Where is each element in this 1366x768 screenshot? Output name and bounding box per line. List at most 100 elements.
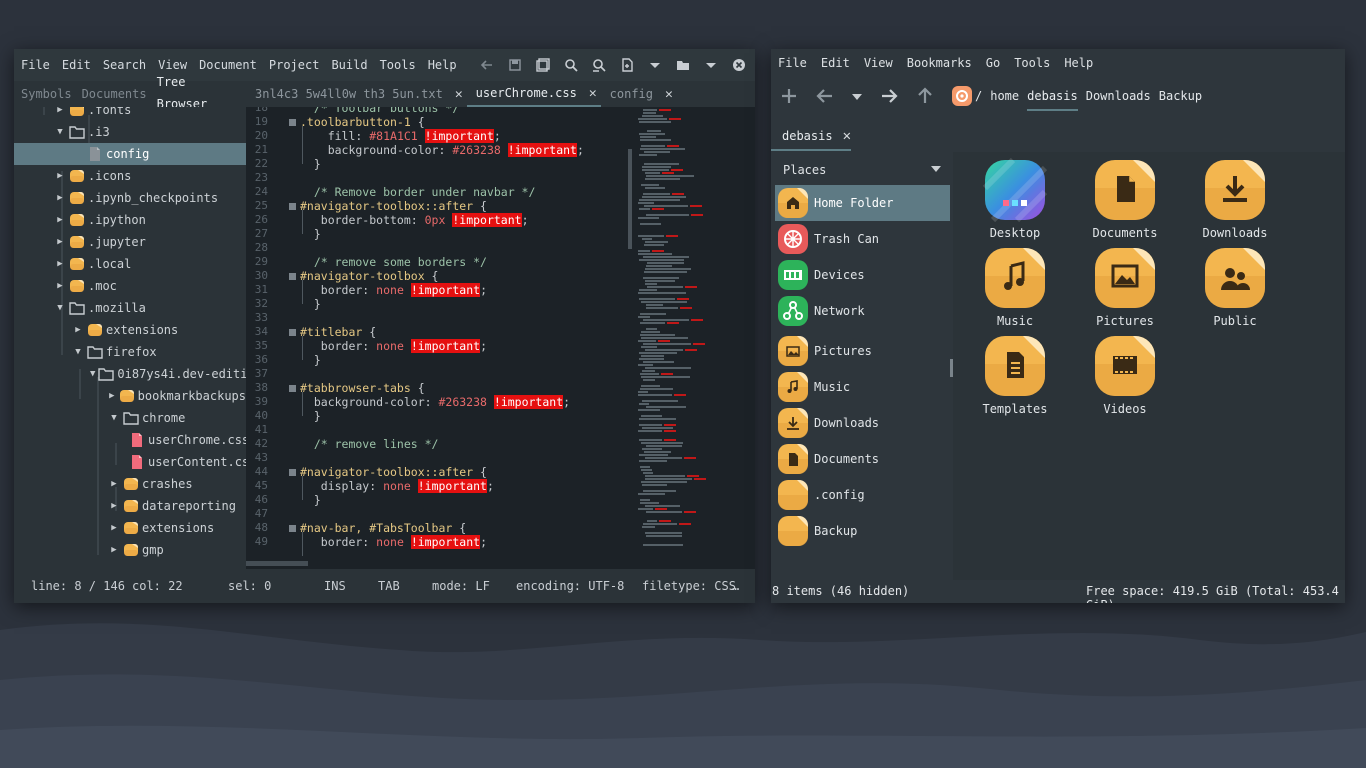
breadcrumb-root[interactable]: / — [975, 81, 982, 111]
tree-row[interactable]: ▶ bookmarkbackups — [14, 385, 246, 407]
new-tab-plus-icon[interactable] — [771, 80, 807, 112]
sidebar-place[interactable]: Downloads — [775, 405, 950, 441]
tree-row[interactable]: ▶ .moc — [14, 275, 246, 297]
back-arrow-icon[interactable] — [807, 80, 843, 112]
tree-row[interactable]: ▶ .jupyter — [14, 231, 246, 253]
expander-open-icon[interactable]: ▼ — [72, 347, 84, 357]
menu-file[interactable]: File — [14, 58, 50, 72]
file-item[interactable]: Downloads — [1187, 158, 1283, 244]
menu-project[interactable]: Project — [263, 58, 320, 72]
file-item[interactable]: Pictures — [1077, 246, 1173, 332]
tree-row[interactable]: ▶ .ipynb_checkpoints — [14, 187, 246, 209]
close-circle-icon[interactable] — [725, 53, 753, 77]
tree-row[interactable]: userChrome.css — [14, 429, 246, 451]
expander-closed-icon[interactable]: ▶ — [54, 193, 66, 203]
expander-closed-icon[interactable]: ▶ — [108, 479, 120, 489]
new-file-icon[interactable] — [613, 53, 641, 77]
tree-row[interactable]: config — [14, 143, 246, 165]
file-item[interactable]: Videos — [1077, 334, 1173, 420]
breadcrumb-downloads[interactable]: Downloads — [1086, 81, 1151, 111]
tree-row[interactable]: ▼ .i3 — [14, 121, 246, 143]
history-dropdown-icon[interactable] — [843, 80, 871, 112]
sidebar-place[interactable]: Backup — [775, 513, 950, 549]
dropdown-icon[interactable] — [641, 53, 669, 77]
places-header[interactable]: Places — [775, 156, 951, 184]
sidebar-place[interactable]: Trash Can — [775, 221, 950, 257]
tree-row[interactable]: userContent.css — [14, 451, 246, 473]
menu-help[interactable]: Help — [422, 58, 457, 72]
close-tab-icon[interactable]: ✕ — [455, 87, 463, 102]
expander-closed-icon[interactable]: ▶ — [108, 391, 116, 401]
menu-view[interactable]: View — [152, 58, 187, 72]
tree-row[interactable]: ▶ extensions — [14, 319, 246, 341]
horizontal-scrollbar[interactable] — [246, 559, 634, 569]
expander-closed-icon[interactable]: ▶ — [54, 281, 66, 291]
expander-open-icon[interactable]: ▼ — [54, 127, 66, 137]
expander-closed-icon[interactable]: ▶ — [108, 545, 120, 555]
tree-row[interactable]: ▶ extensions — [14, 517, 246, 539]
file-item[interactable]: Documents — [1077, 158, 1173, 244]
sidebar-place[interactable]: Devices — [775, 257, 950, 293]
expander-open-icon[interactable]: ▼ — [54, 303, 66, 313]
forward-arrow-icon[interactable] — [871, 80, 907, 112]
sidebar-place[interactable]: .config — [775, 477, 950, 513]
tree-row[interactable]: ▼ 0i87ys4i.dev-edition- — [14, 363, 246, 385]
menu-edit[interactable]: Edit — [814, 56, 850, 70]
expander-open-icon[interactable]: ▼ — [90, 369, 95, 379]
breadcrumb-debasis[interactable]: debasis — [1027, 81, 1078, 111]
menu-tools[interactable]: Tools — [1007, 56, 1050, 70]
file-icon-view[interactable]: Desktop Documents Downloads Music Pictures Pu… — [953, 152, 1345, 580]
tab-symbols[interactable]: Symbols — [14, 81, 75, 107]
tab-documents[interactable]: Documents — [75, 81, 150, 107]
fold-marker-icon[interactable] — [289, 469, 296, 476]
search-icon[interactable] — [557, 53, 585, 77]
menu-tools[interactable]: Tools — [374, 58, 416, 72]
fold-marker-icon[interactable] — [289, 203, 296, 210]
menu-file[interactable]: File — [771, 56, 807, 70]
back-arrow-icon[interactable] — [473, 53, 501, 77]
scrollbar-thumb[interactable] — [246, 561, 308, 566]
file-item[interactable]: Public — [1187, 246, 1283, 332]
tree-row[interactable]: ▶ gmp — [14, 539, 246, 561]
file-item[interactable]: Music — [967, 246, 1063, 332]
root-drive-icon[interactable] — [951, 85, 973, 107]
close-tab-icon[interactable]: ✕ — [665, 87, 673, 102]
tree-row[interactable]: ▼ firefox — [14, 341, 246, 363]
expander-closed-icon[interactable]: ▶ — [54, 107, 66, 115]
code-editor[interactable]: 18 19 20 21 22 23 24 25 26 27 28 29 30 31 32 33 34 35 36 37… — [246, 107, 634, 559]
sidebar-place[interactable]: Pictures — [775, 333, 950, 369]
code-minimap[interactable] — [634, 107, 755, 569]
menu-search[interactable]: Search — [97, 58, 146, 72]
tree-row[interactable]: ▼ .mozilla — [14, 297, 246, 319]
expander-closed-icon[interactable]: ▶ — [108, 523, 120, 533]
fold-marker-icon[interactable] — [289, 525, 296, 532]
save-icon[interactable] — [501, 53, 529, 77]
tree-row[interactable]: ▶ crashes — [14, 473, 246, 495]
file-item[interactable]: Templates — [967, 334, 1063, 420]
open-folder-icon[interactable] — [669, 53, 697, 77]
fold-marker-icon[interactable] — [289, 273, 296, 280]
tree-row[interactable]: ▶ .fonts — [14, 107, 246, 121]
expander-closed-icon[interactable]: ▶ — [108, 501, 120, 511]
tree-row[interactable]: ▶ .ipython — [14, 209, 246, 231]
expander-open-icon[interactable]: ▼ — [108, 413, 120, 423]
expander-closed-icon[interactable]: ▶ — [54, 215, 66, 225]
doc-tab[interactable]: config ✕ — [601, 81, 677, 107]
menu-document[interactable]: Document — [193, 58, 257, 72]
breadcrumb-home[interactable]: home — [990, 81, 1019, 111]
menu-bookmarks[interactable]: Bookmarks — [900, 56, 972, 70]
expander-closed-icon[interactable]: ▶ — [72, 325, 84, 335]
sidebar-place[interactable]: Network — [775, 293, 950, 329]
fold-marker-icon[interactable] — [289, 385, 296, 392]
menu-go[interactable]: Go — [979, 56, 1000, 70]
doc-tab[interactable]: 3nl4c3 5w4ll0w th3 5un.txt ✕ — [246, 81, 467, 107]
tree-row[interactable]: ▶ .local — [14, 253, 246, 275]
close-tab-icon[interactable]: ✕ — [589, 86, 597, 101]
tree-row[interactable]: ▼ chrome — [14, 407, 246, 429]
tab-debasis[interactable]: debasis ✕ — [771, 123, 852, 151]
chevron-down-icon[interactable] — [931, 166, 941, 172]
up-arrow-icon[interactable] — [907, 80, 943, 112]
sidebar-place[interactable]: Home Folder — [775, 185, 950, 221]
save-all-icon[interactable] — [529, 53, 557, 77]
breadcrumb-backup[interactable]: Backup — [1159, 81, 1202, 111]
